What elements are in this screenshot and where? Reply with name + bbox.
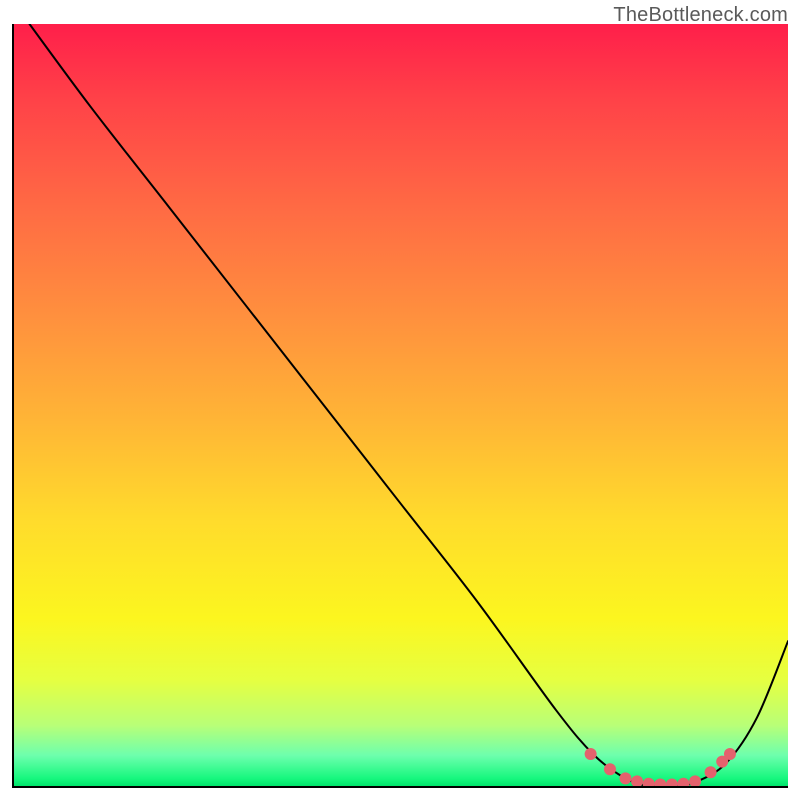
optimal-range-dot	[689, 775, 701, 786]
optimal-range-dot	[705, 766, 717, 778]
optimal-range-marker-group	[585, 748, 736, 786]
optimal-range-dot	[631, 775, 643, 786]
optimal-range-dot	[585, 748, 597, 760]
optimal-range-dot	[666, 778, 678, 786]
markers-layer	[14, 24, 788, 786]
optimal-range-dot	[654, 778, 666, 786]
watermark-text: TheBottleneck.com	[613, 4, 788, 27]
optimal-range-dot	[724, 748, 736, 760]
optimal-range-dot	[619, 772, 631, 784]
optimal-range-dot	[604, 763, 616, 775]
optimal-range-dot	[643, 778, 655, 786]
optimal-range-dot	[678, 778, 690, 786]
plot-area	[12, 24, 788, 788]
bottleneck-chart: TheBottleneck.com	[0, 0, 800, 800]
